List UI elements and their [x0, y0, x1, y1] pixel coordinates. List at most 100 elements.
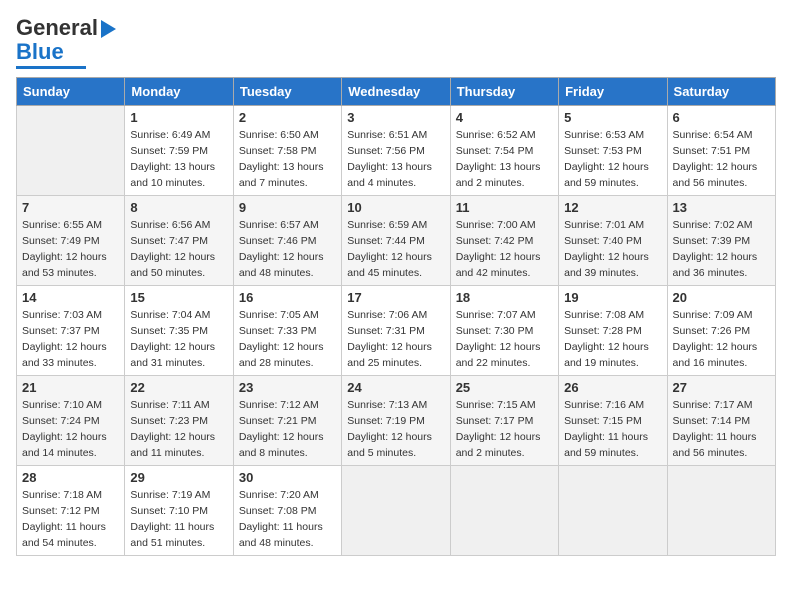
- day-info: Sunrise: 6:49 AM Sunset: 7:59 PM Dayligh…: [130, 128, 227, 191]
- calendar-cell: 20 Sunrise: 7:09 AM Sunset: 7:26 PM Dayli…: [667, 286, 775, 376]
- calendar-cell: 8 Sunrise: 6:56 AM Sunset: 7:47 PM Daylig…: [125, 196, 233, 286]
- calendar-cell: 5 Sunrise: 6:53 AM Sunset: 7:53 PM Daylig…: [559, 106, 667, 196]
- calendar-cell: 2 Sunrise: 6:50 AM Sunset: 7:58 PM Daylig…: [233, 106, 341, 196]
- calendar-cell: [667, 466, 775, 556]
- calendar-cell: [342, 466, 450, 556]
- day-number: 6: [673, 110, 770, 125]
- day-info: Sunrise: 7:09 AM Sunset: 7:26 PM Dayligh…: [673, 308, 770, 371]
- col-header-monday: Monday: [125, 78, 233, 106]
- day-number: 7: [22, 200, 119, 215]
- day-number: 9: [239, 200, 336, 215]
- day-info: Sunrise: 7:12 AM Sunset: 7:21 PM Dayligh…: [239, 398, 336, 461]
- day-info: Sunrise: 7:05 AM Sunset: 7:33 PM Dayligh…: [239, 308, 336, 371]
- calendar-cell: 24 Sunrise: 7:13 AM Sunset: 7:19 PM Dayli…: [342, 376, 450, 466]
- calendar-cell: 28Sunrise: 7:18 AM Sunset: 7:12 PM Dayli…: [17, 466, 125, 556]
- week-row-5: 28Sunrise: 7:18 AM Sunset: 7:12 PM Dayli…: [17, 466, 776, 556]
- calendar-cell: 19 Sunrise: 7:08 AM Sunset: 7:28 PM Dayli…: [559, 286, 667, 376]
- calendar-cell: 14Sunrise: 7:03 AM Sunset: 7:37 PM Dayli…: [17, 286, 125, 376]
- calendar-cell: 23 Sunrise: 7:12 AM Sunset: 7:21 PM Dayli…: [233, 376, 341, 466]
- day-number: 26: [564, 380, 661, 395]
- calendar-cell: 27 Sunrise: 7:17 AM Sunset: 7:14 PM Dayli…: [667, 376, 775, 466]
- calendar-cell: 10 Sunrise: 6:59 AM Sunset: 7:44 PM Dayli…: [342, 196, 450, 286]
- day-info: Sunrise: 6:56 AM Sunset: 7:47 PM Dayligh…: [130, 218, 227, 281]
- calendar-cell: 3Sunrise: 6:51 AM Sunset: 7:56 PM Daylig…: [342, 106, 450, 196]
- calendar-cell: 26 Sunrise: 7:16 AM Sunset: 7:15 PM Dayli…: [559, 376, 667, 466]
- logo: General Blue: [16, 16, 116, 69]
- day-info: Sunrise: 6:55 AM Sunset: 7:49 PM Dayligh…: [22, 218, 119, 281]
- day-info: Sunrise: 6:51 AM Sunset: 7:56 PM Dayligh…: [347, 128, 444, 191]
- day-number: 13: [673, 200, 770, 215]
- day-number: 21: [22, 380, 119, 395]
- day-info: Sunrise: 6:59 AM Sunset: 7:44 PM Dayligh…: [347, 218, 444, 281]
- day-info: Sunrise: 7:02 AM Sunset: 7:39 PM Dayligh…: [673, 218, 770, 281]
- calendar-cell: 9Sunrise: 6:57 AM Sunset: 7:46 PM Daylig…: [233, 196, 341, 286]
- day-info: Sunrise: 7:01 AM Sunset: 7:40 PM Dayligh…: [564, 218, 661, 281]
- week-row-2: 7 Sunrise: 6:55 AM Sunset: 7:49 PM Daylig…: [17, 196, 776, 286]
- calendar-cell: 15Sunrise: 7:04 AM Sunset: 7:35 PM Dayli…: [125, 286, 233, 376]
- col-header-friday: Friday: [559, 78, 667, 106]
- logo-underline: [16, 66, 86, 69]
- col-header-tuesday: Tuesday: [233, 78, 341, 106]
- day-number: 8: [130, 200, 227, 215]
- header: General Blue: [16, 16, 776, 69]
- calendar-cell: 13 Sunrise: 7:02 AM Sunset: 7:39 PM Dayli…: [667, 196, 775, 286]
- day-number: 1: [130, 110, 227, 125]
- day-info: Sunrise: 6:53 AM Sunset: 7:53 PM Dayligh…: [564, 128, 661, 191]
- day-info: Sunrise: 6:50 AM Sunset: 7:58 PM Dayligh…: [239, 128, 336, 191]
- col-header-wednesday: Wednesday: [342, 78, 450, 106]
- day-number: 2: [239, 110, 336, 125]
- day-number: 18: [456, 290, 553, 305]
- day-info: Sunrise: 6:52 AM Sunset: 7:54 PM Dayligh…: [456, 128, 553, 191]
- week-row-3: 14Sunrise: 7:03 AM Sunset: 7:37 PM Dayli…: [17, 286, 776, 376]
- day-info: Sunrise: 7:10 AM Sunset: 7:24 PM Dayligh…: [22, 398, 119, 461]
- day-info: Sunrise: 7:13 AM Sunset: 7:19 PM Dayligh…: [347, 398, 444, 461]
- week-row-1: 1 Sunrise: 6:49 AM Sunset: 7:59 PM Daylig…: [17, 106, 776, 196]
- day-number: 20: [673, 290, 770, 305]
- day-number: 22: [130, 380, 227, 395]
- day-number: 25: [456, 380, 553, 395]
- day-info: Sunrise: 7:20 AM Sunset: 7:08 PM Dayligh…: [239, 488, 336, 551]
- calendar-cell: 22 Sunrise: 7:11 AM Sunset: 7:23 PM Dayli…: [125, 376, 233, 466]
- calendar-cell: [559, 466, 667, 556]
- day-info: Sunrise: 7:16 AM Sunset: 7:15 PM Dayligh…: [564, 398, 661, 461]
- week-row-4: 21 Sunrise: 7:10 AM Sunset: 7:24 PM Dayli…: [17, 376, 776, 466]
- day-info: Sunrise: 7:19 AM Sunset: 7:10 PM Dayligh…: [130, 488, 227, 551]
- day-number: 5: [564, 110, 661, 125]
- day-info: Sunrise: 6:54 AM Sunset: 7:51 PM Dayligh…: [673, 128, 770, 191]
- calendar-cell: 16 Sunrise: 7:05 AM Sunset: 7:33 PM Dayli…: [233, 286, 341, 376]
- calendar-cell: [17, 106, 125, 196]
- day-number: 16: [239, 290, 336, 305]
- day-number: 23: [239, 380, 336, 395]
- calendar-table: SundayMondayTuesdayWednesdayThursdayFrid…: [16, 77, 776, 556]
- day-info: Sunrise: 7:17 AM Sunset: 7:14 PM Dayligh…: [673, 398, 770, 461]
- col-header-sunday: Sunday: [17, 78, 125, 106]
- calendar-cell: 11 Sunrise: 7:00 AM Sunset: 7:42 PM Dayli…: [450, 196, 558, 286]
- calendar-body: 1 Sunrise: 6:49 AM Sunset: 7:59 PM Daylig…: [17, 106, 776, 556]
- day-number: 27: [673, 380, 770, 395]
- calendar-cell: 7 Sunrise: 6:55 AM Sunset: 7:49 PM Daylig…: [17, 196, 125, 286]
- day-number: 15: [130, 290, 227, 305]
- calendar-cell: 29Sunrise: 7:19 AM Sunset: 7:10 PM Dayli…: [125, 466, 233, 556]
- day-number: 30: [239, 470, 336, 485]
- day-info: Sunrise: 7:11 AM Sunset: 7:23 PM Dayligh…: [130, 398, 227, 461]
- col-header-thursday: Thursday: [450, 78, 558, 106]
- day-number: 11: [456, 200, 553, 215]
- day-info: Sunrise: 7:07 AM Sunset: 7:30 PM Dayligh…: [456, 308, 553, 371]
- calendar-cell: 4 Sunrise: 6:52 AM Sunset: 7:54 PM Daylig…: [450, 106, 558, 196]
- day-info: Sunrise: 7:08 AM Sunset: 7:28 PM Dayligh…: [564, 308, 661, 371]
- calendar-cell: [450, 466, 558, 556]
- day-number: 4: [456, 110, 553, 125]
- calendar-cell: 12 Sunrise: 7:01 AM Sunset: 7:40 PM Dayli…: [559, 196, 667, 286]
- day-info: Sunrise: 7:00 AM Sunset: 7:42 PM Dayligh…: [456, 218, 553, 281]
- logo-blue: Blue: [16, 40, 64, 64]
- calendar-cell: 1 Sunrise: 6:49 AM Sunset: 7:59 PM Daylig…: [125, 106, 233, 196]
- day-info: Sunrise: 7:06 AM Sunset: 7:31 PM Dayligh…: [347, 308, 444, 371]
- day-number: 14: [22, 290, 119, 305]
- day-number: 24: [347, 380, 444, 395]
- day-number: 12: [564, 200, 661, 215]
- day-number: 17: [347, 290, 444, 305]
- day-number: 19: [564, 290, 661, 305]
- logo-text: General: [16, 16, 116, 40]
- calendar-cell: 25Sunrise: 7:15 AM Sunset: 7:17 PM Dayli…: [450, 376, 558, 466]
- day-number: 10: [347, 200, 444, 215]
